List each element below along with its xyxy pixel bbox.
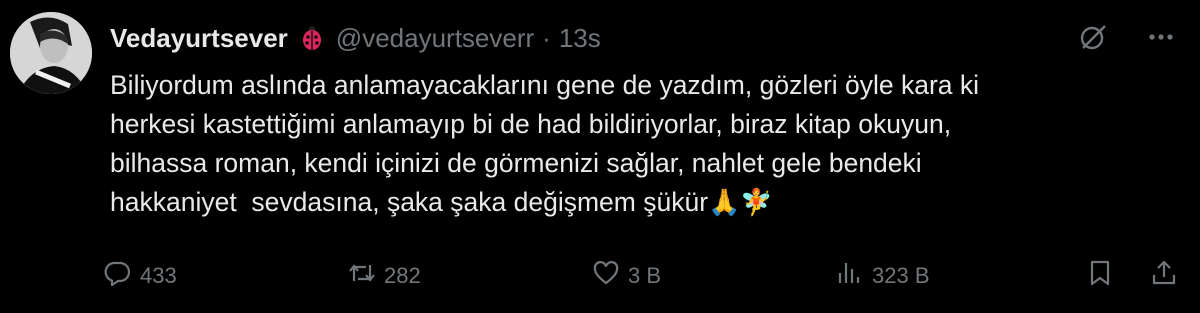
emojis: 🙏🧚	[708, 187, 773, 217]
views-button[interactable]: 323 B	[836, 256, 930, 296]
share-icon	[1150, 259, 1178, 293]
grok-icon[interactable]	[1076, 20, 1110, 54]
tweet-text-line-last: hakkaniyet sevdasına, şaka şaka değişmem…	[110, 183, 1170, 222]
ladybug-icon	[298, 24, 326, 52]
repost-button[interactable]: 282	[348, 256, 421, 296]
bookmark-icon	[1086, 259, 1114, 293]
views-count: 323 B	[872, 263, 930, 288]
share-button[interactable]	[1150, 256, 1178, 296]
handle-line: @vedayurtseverr · 13s	[336, 23, 601, 54]
bookmark-button[interactable]	[1086, 256, 1114, 296]
handle[interactable]: @vedayurtseverr	[336, 23, 534, 54]
reply-count: 433	[140, 263, 177, 288]
tweet-text: Biliyordum aslında anlamayacaklarını gen…	[110, 66, 1170, 222]
action-bar: 433 282 3 B 323 B	[104, 256, 1184, 296]
repost-count: 282	[384, 263, 421, 288]
separator: ·	[542, 22, 551, 53]
avatar[interactable]	[10, 12, 92, 94]
tweet-header: Vedayurtsever @vedayurtseverr · 13s	[110, 20, 601, 56]
tweet-text-line: bilhassa roman, kendi içinizi de görmeni…	[110, 148, 922, 178]
repost-icon	[348, 259, 376, 293]
top-icons	[1076, 20, 1178, 54]
tweet-text-line: herkesi kastettiğimi anlamayıp bi de had…	[110, 109, 952, 139]
tweet-text-line: Biliyordum aslında anlamayacaklarını gen…	[110, 70, 980, 100]
reply-icon	[104, 259, 132, 293]
more-icon[interactable]	[1144, 20, 1178, 54]
tweet[interactable]: Vedayurtsever @vedayurtseverr · 13s Bili…	[0, 0, 1200, 313]
like-count: 3 B	[628, 263, 662, 288]
display-name[interactable]: Vedayurtsever	[110, 23, 288, 54]
like-button[interactable]: 3 B	[592, 256, 661, 296]
reply-button[interactable]: 433	[104, 256, 177, 296]
tweet-text-line: hakkaniyet sevdasına, şaka şaka değişmem…	[110, 187, 709, 217]
avatar-photo	[10, 12, 92, 94]
views-icon	[836, 259, 864, 293]
heart-icon	[592, 259, 620, 293]
timestamp[interactable]: 13s	[559, 23, 601, 54]
